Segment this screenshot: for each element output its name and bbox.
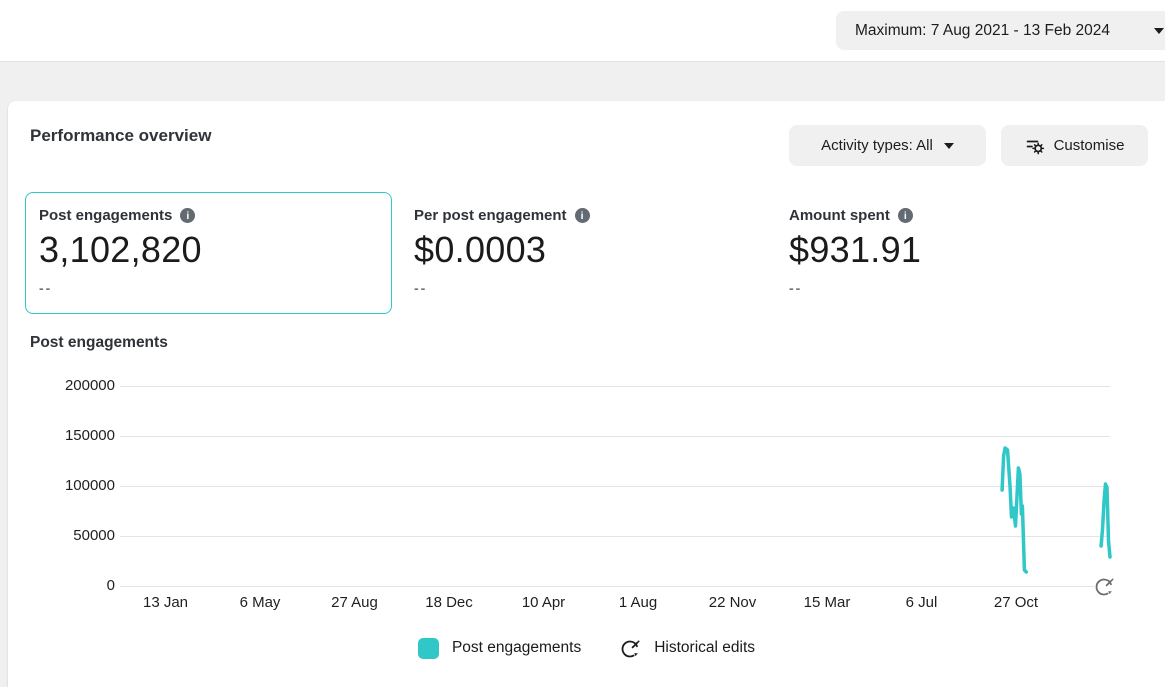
chevron-down-icon — [1154, 28, 1164, 34]
metric-card-amount-spent[interactable]: Amount spent i $931.91 -- — [775, 192, 1142, 314]
screen: Maximum: 7 Aug 2021 - 13 Feb 2024 Perfor… — [0, 0, 1165, 687]
date-range-label: Maximum: 7 Aug 2021 - 13 Feb 2024 — [855, 22, 1110, 40]
metric-value: 3,102,820 — [39, 229, 378, 271]
info-icon[interactable]: i — [180, 208, 195, 223]
legend-label: Historical edits — [654, 639, 755, 657]
activity-types-label: Activity types: All — [821, 137, 933, 154]
chart-plot-area[interactable] — [8, 370, 1165, 620]
metric-label: Amount spent i — [789, 207, 1128, 224]
chart-title: Post engagements — [30, 334, 168, 352]
info-icon[interactable]: i — [898, 208, 913, 223]
metric-value: $0.0003 — [414, 229, 753, 271]
post-engagements-chart[interactable]: 05000010000015000020000013 Jan6 May27 Au… — [8, 370, 1165, 620]
metric-label: Per post engagement i — [414, 207, 753, 224]
performance-overview-card: Performance overview Activity types: All — [8, 101, 1165, 687]
customise-button[interactable]: Customise — [1001, 125, 1148, 166]
post-engagements-line — [1002, 448, 1026, 572]
metric-card-per-post-engagement[interactable]: Per post engagement i $0.0003 -- — [400, 192, 767, 314]
post-engagements-swatch — [418, 638, 439, 659]
customise-label: Customise — [1054, 137, 1125, 154]
activity-types-dropdown[interactable]: Activity types: All — [789, 125, 986, 166]
page-title: Performance overview — [30, 126, 211, 146]
metric-label: Post engagements i — [39, 207, 378, 224]
chart-legend: Post engagements Historical edits — [8, 637, 1165, 659]
legend-item-post-engagements[interactable]: Post engagements — [418, 638, 581, 659]
top-bar: Maximum: 7 Aug 2021 - 13 Feb 2024 — [0, 0, 1165, 62]
legend-label: Post engagements — [452, 639, 581, 657]
metric-delta: -- — [39, 280, 378, 296]
metric-label-text: Per post engagement — [414, 207, 567, 224]
metric-label-text: Post engagements — [39, 207, 172, 224]
metric-delta: -- — [414, 280, 753, 296]
info-icon[interactable]: i — [575, 208, 590, 223]
metric-value: $931.91 — [789, 229, 1128, 271]
historical-edits-icon — [619, 637, 641, 659]
post-engagements-line — [1101, 484, 1110, 557]
metric-card-post-engagements[interactable]: Post engagements i 3,102,820 -- — [25, 192, 392, 314]
metric-label-text: Amount spent — [789, 207, 890, 224]
metric-delta: -- — [789, 280, 1128, 296]
chevron-down-icon — [944, 143, 954, 149]
legend-item-historical-edits[interactable]: Historical edits — [619, 637, 755, 659]
date-range-selector[interactable]: Maximum: 7 Aug 2021 - 13 Feb 2024 — [836, 11, 1165, 50]
customise-icon — [1025, 136, 1045, 156]
